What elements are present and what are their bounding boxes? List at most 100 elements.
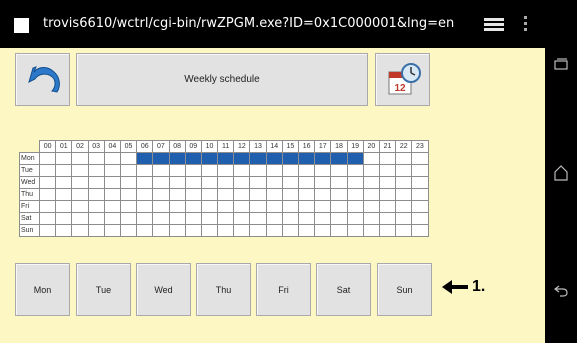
schedule-cell[interactable] (378, 176, 397, 189)
schedule-cell[interactable] (362, 164, 380, 177)
schedule-cell[interactable] (411, 188, 429, 201)
schedule-cell[interactable] (395, 164, 413, 177)
schedule-cell[interactable] (411, 212, 429, 225)
schedule-cell-active[interactable] (168, 152, 186, 165)
schedule-cell-active[interactable] (136, 152, 154, 165)
schedule-cell[interactable] (297, 176, 316, 189)
schedule-cell-active[interactable] (217, 152, 235, 165)
schedule-cell[interactable] (38, 164, 57, 177)
schedule-cell[interactable] (249, 164, 267, 177)
schedule-cell[interactable] (103, 152, 121, 165)
schedule-cell[interactable] (38, 152, 57, 165)
schedule-cell[interactable] (362, 188, 380, 201)
schedule-cell[interactable] (136, 164, 154, 177)
schedule-cell[interactable] (411, 176, 429, 189)
schedule-cell[interactable] (87, 176, 105, 189)
schedule-cell[interactable] (281, 176, 300, 189)
schedule-cell[interactable] (103, 188, 121, 201)
schedule-cell[interactable] (330, 176, 348, 189)
schedule-cell[interactable] (395, 200, 413, 213)
schedule-cell[interactable] (346, 188, 364, 201)
url-text[interactable]: trovis6610/wctrl/cgi-bin/rwZPGM.exe?ID=0… (43, 16, 454, 31)
schedule-cell[interactable] (281, 188, 300, 201)
schedule-cell[interactable] (362, 200, 380, 213)
schedule-cell[interactable] (411, 224, 429, 237)
menu-icon[interactable] (484, 18, 504, 32)
schedule-cell[interactable] (395, 152, 413, 165)
schedule-cell[interactable] (184, 176, 202, 189)
schedule-cell[interactable] (395, 176, 413, 189)
schedule-cell[interactable] (314, 188, 332, 201)
schedule-cell[interactable] (330, 212, 348, 225)
schedule-cell[interactable] (55, 212, 73, 225)
schedule-cell[interactable] (233, 188, 251, 201)
schedule-cell[interactable] (103, 200, 121, 213)
schedule-cell[interactable] (297, 200, 316, 213)
schedule-cell-active[interactable] (330, 152, 348, 165)
schedule-cell[interactable] (362, 212, 380, 225)
day-button-sat[interactable]: Sat (316, 263, 371, 316)
schedule-cell[interactable] (362, 176, 380, 189)
schedule-cell[interactable] (184, 224, 202, 237)
schedule-cell[interactable] (378, 224, 397, 237)
schedule-cell[interactable] (314, 212, 332, 225)
schedule-cell[interactable] (200, 200, 219, 213)
schedule-cell[interactable] (168, 188, 186, 201)
schedule-cell[interactable] (103, 164, 121, 177)
schedule-cell[interactable] (314, 176, 332, 189)
schedule-cell[interactable] (136, 200, 154, 213)
schedule-cell[interactable] (217, 176, 235, 189)
schedule-cell[interactable] (103, 224, 121, 237)
schedule-cell[interactable] (330, 188, 348, 201)
schedule-cell[interactable] (249, 188, 267, 201)
schedule-cell-active[interactable] (233, 152, 251, 165)
schedule-cell[interactable] (233, 164, 251, 177)
schedule-cell[interactable] (119, 200, 138, 213)
schedule-cell[interactable] (330, 224, 348, 237)
schedule-cell[interactable] (119, 164, 138, 177)
schedule-cell[interactable] (38, 212, 57, 225)
schedule-cell[interactable] (119, 176, 138, 189)
calendar-button[interactable]: 12 (375, 53, 430, 106)
schedule-cell[interactable] (378, 152, 397, 165)
schedule-cell[interactable] (281, 212, 300, 225)
schedule-cell[interactable] (71, 164, 89, 177)
schedule-cell[interactable] (119, 212, 138, 225)
schedule-cell[interactable] (38, 200, 57, 213)
schedule-cell[interactable] (378, 200, 397, 213)
day-button-mon[interactable]: Mon (15, 263, 70, 316)
schedule-cell[interactable] (265, 212, 283, 225)
schedule-cell[interactable] (184, 164, 202, 177)
schedule-cell[interactable] (103, 212, 121, 225)
day-button-sun[interactable]: Sun (377, 263, 432, 316)
schedule-cell[interactable] (200, 188, 219, 201)
schedule-cell[interactable] (38, 224, 57, 237)
schedule-cell[interactable] (395, 212, 413, 225)
schedule-cell[interactable] (119, 188, 138, 201)
schedule-cell[interactable] (265, 224, 283, 237)
schedule-cell[interactable] (184, 188, 202, 201)
schedule-cell[interactable] (265, 164, 283, 177)
schedule-cell[interactable] (297, 224, 316, 237)
schedule-cell-active[interactable] (346, 152, 364, 165)
schedule-cell[interactable] (362, 224, 380, 237)
overflow-menu-icon[interactable] (524, 16, 528, 34)
back-nav-icon[interactable] (554, 283, 568, 297)
schedule-cell[interactable] (55, 200, 73, 213)
schedule-cell[interactable] (362, 152, 380, 165)
schedule-cell-active[interactable] (200, 152, 219, 165)
schedule-cell[interactable] (71, 176, 89, 189)
schedule-cell[interactable] (411, 164, 429, 177)
day-button-wed[interactable]: Wed (136, 263, 191, 316)
schedule-cell[interactable] (314, 200, 332, 213)
schedule-cell[interactable] (55, 164, 73, 177)
schedule-cell[interactable] (55, 176, 73, 189)
schedule-cell[interactable] (87, 200, 105, 213)
schedule-cell[interactable] (55, 188, 73, 201)
schedule-cell[interactable] (233, 224, 251, 237)
schedule-cell[interactable] (249, 212, 267, 225)
schedule-cell[interactable] (411, 200, 429, 213)
schedule-cell-active[interactable] (265, 152, 283, 165)
schedule-cell[interactable] (346, 164, 364, 177)
day-button-tue[interactable]: Tue (76, 263, 131, 316)
